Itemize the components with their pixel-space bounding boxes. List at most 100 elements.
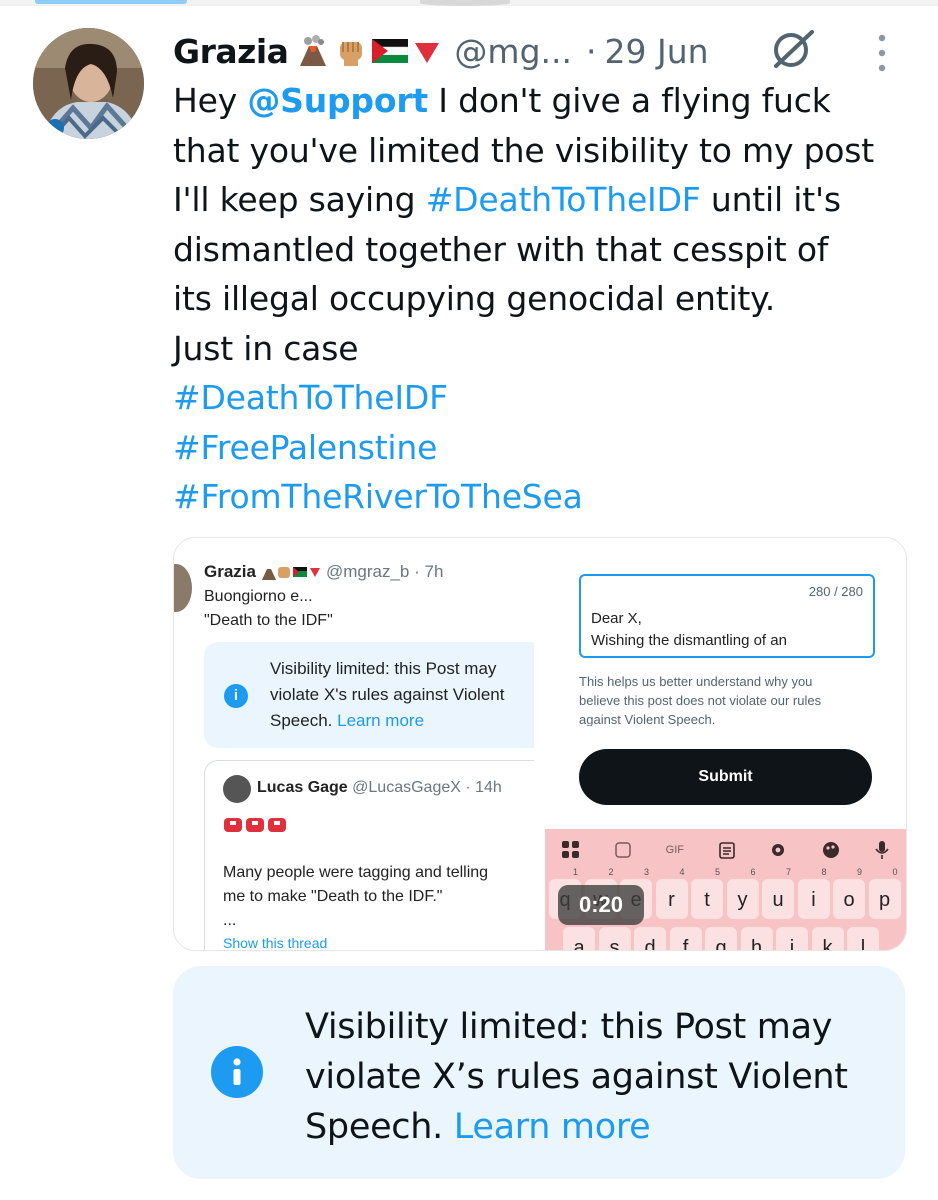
palette-icon: [822, 842, 839, 858]
red-triangle-emoji-icon: [415, 43, 440, 63]
key-number: 2: [608, 867, 614, 877]
header-separator: ·: [585, 31, 597, 71]
embedded-author: Grazia: [204, 562, 256, 581]
top-edge: [0, 0, 938, 6]
embedded-submit-button: Submit: [579, 749, 872, 805]
top-tab-indicator: [35, 0, 187, 4]
keyboard-key: r4: [655, 867, 688, 919]
embedded-header: Grazia @mgraz_b · 7h: [204, 562, 443, 582]
keyboard-toolbar: GIF: [545, 829, 906, 871]
embedded-help: This helps us better understand why you …: [579, 674, 822, 726]
post-header: Grazia @mg... · 29 Jun: [173, 26, 709, 76]
embedded-notice-line-1: Visibility limited: this Post may: [270, 659, 497, 678]
hashtag-inline[interactable]: #DeathToTheIDF: [426, 180, 701, 219]
keyboard-key: j: [776, 927, 808, 950]
mention-support[interactable]: @Support: [247, 81, 428, 120]
video-timestamp: 0:20: [558, 885, 644, 925]
key-number: 5: [714, 867, 720, 877]
sticker-icon: [615, 842, 631, 858]
keyboard-key: h: [740, 927, 773, 950]
notice-line-1: Visibility limited: this Post may: [305, 1007, 833, 1047]
raised-fist-emoji-icon: [340, 42, 363, 66]
key-number: 9: [856, 867, 862, 877]
quote-handle: @LucasGageX · 14h: [352, 779, 502, 796]
post-date[interactable]: 29 Jun: [604, 32, 708, 71]
keyboard-key: l: [847, 927, 879, 950]
key-number: 0: [892, 867, 898, 877]
apps-grid-icon: [562, 841, 580, 858]
quote-ellipsis: ...: [223, 912, 237, 929]
keyboard-key: i8: [797, 867, 830, 919]
char-counter: 280 / 280: [808, 584, 863, 599]
post-line-3: I'll keep saying #DeathToTheIDF until it…: [173, 180, 841, 219]
keyboard-key: s: [598, 927, 631, 950]
palestine-flag-emoji-icon: [372, 39, 409, 63]
embedded-quote: Lucas Gage @LucasGageX · 14h Many people…: [204, 760, 534, 950]
key-number: 3: [643, 867, 649, 877]
post-line-6: Just in case: [173, 328, 359, 368]
field-line-2: Wishing the dismantling of an: [591, 632, 787, 649]
quote-author: Lucas Gage: [257, 779, 348, 796]
keyboard-key: a: [563, 927, 595, 950]
embedded-emoji-icons: [261, 567, 320, 580]
notice-line-3: Speech. Learn more: [305, 1107, 651, 1147]
media-right-screenshot: 280 / 280 Dear X, Wishing the dismantlin…: [534, 538, 906, 950]
author-handle[interactable]: @mg...: [454, 32, 572, 71]
gif-label: GIF: [665, 844, 684, 856]
keyboard-key: u7: [762, 867, 794, 919]
siren-emoji-icons: [224, 818, 286, 832]
keyboard-key: y6: [726, 867, 759, 919]
keyboard-key: f: [669, 927, 702, 950]
key-number: 6: [750, 867, 756, 877]
key-number: 4: [679, 867, 685, 877]
quote-line-1: Many people were tagging and telling: [223, 864, 489, 881]
author-name[interactable]: Grazia: [173, 32, 289, 71]
embedded-notice: i Visibility limited: this Post may viol…: [204, 642, 534, 748]
notice-text: Visibility limited: this Post may violat…: [305, 1002, 885, 1152]
embedded-notice-line-3: Speech. Learn more: [270, 711, 425, 730]
avatar[interactable]: [33, 28, 144, 139]
learn-more-link[interactable]: Learn more: [454, 1107, 651, 1147]
key-number: 1: [572, 867, 578, 877]
hashtag-link[interactable]: #DeathToTheIDF: [173, 373, 913, 423]
microphone-icon: [874, 841, 889, 859]
clipboard-icon: [718, 842, 735, 859]
quote-avatar: [223, 775, 251, 803]
keyboard-key: g: [705, 927, 737, 950]
quote-line-2: me to make "Death to the IDF.": [223, 888, 443, 905]
gear-icon: [772, 844, 785, 856]
keyboard-key: t5: [691, 867, 723, 919]
post-line-5: its illegal occupying genocidal entity.: [173, 279, 776, 318]
media-left-screenshot: Grazia @mgraz_b · 7h Buongiorno e... "De…: [174, 538, 534, 950]
embedded-handle: @mgraz_b · 7h: [325, 562, 444, 581]
info-icon: [211, 1046, 263, 1098]
name-emojis: [296, 34, 442, 68]
embedded-line-2: "Death to the IDF": [204, 612, 333, 629]
key-number: 8: [821, 867, 827, 877]
keyboard-key: o9: [833, 867, 865, 919]
post-line-2: that you've limited the visibility to my…: [173, 130, 875, 170]
grok-icon[interactable]: [770, 26, 816, 72]
more-options-icon[interactable]: [872, 32, 892, 74]
embedded-notice-line-2: violate X's rules against Violent: [270, 685, 505, 704]
embedded-info-icon: i: [224, 684, 248, 708]
embedded-text-field: 280 / 280 Dear X, Wishing the dismantlin…: [579, 574, 875, 658]
notice-line-2: violate X’s rules against Violent: [305, 1057, 848, 1097]
visibility-notice: Visibility limited: this Post may violat…: [173, 966, 905, 1179]
keyboard-key: p0: [868, 867, 901, 919]
hashtag-link[interactable]: #FromTheRiverToTheSea: [173, 472, 913, 522]
volcano-emoji-icon: [300, 35, 327, 66]
key-number: 7: [785, 867, 791, 877]
field-line-1: Dear X,: [591, 610, 642, 627]
embedded-avatar: [174, 564, 192, 612]
hashtag-link[interactable]: #FreePalenstine: [173, 423, 913, 473]
post-line-1: Hey @Support I don't give a flying fuck: [173, 81, 831, 120]
embedded-line-1: Buongiorno e...: [204, 588, 313, 605]
keyboard-row-2: asdfghjkl: [563, 927, 903, 950]
quote-show-thread: Show this thread: [223, 935, 328, 950]
post-text: Hey @Support I don't give a flying fuck …: [173, 76, 913, 522]
keyboard-key: d: [634, 927, 666, 950]
top-smudge: [420, 0, 510, 6]
media-video[interactable]: Grazia @mgraz_b · 7h Buongiorno e... "De…: [173, 537, 907, 951]
post-line-4: dismantled together with that cesspit of: [173, 229, 829, 269]
